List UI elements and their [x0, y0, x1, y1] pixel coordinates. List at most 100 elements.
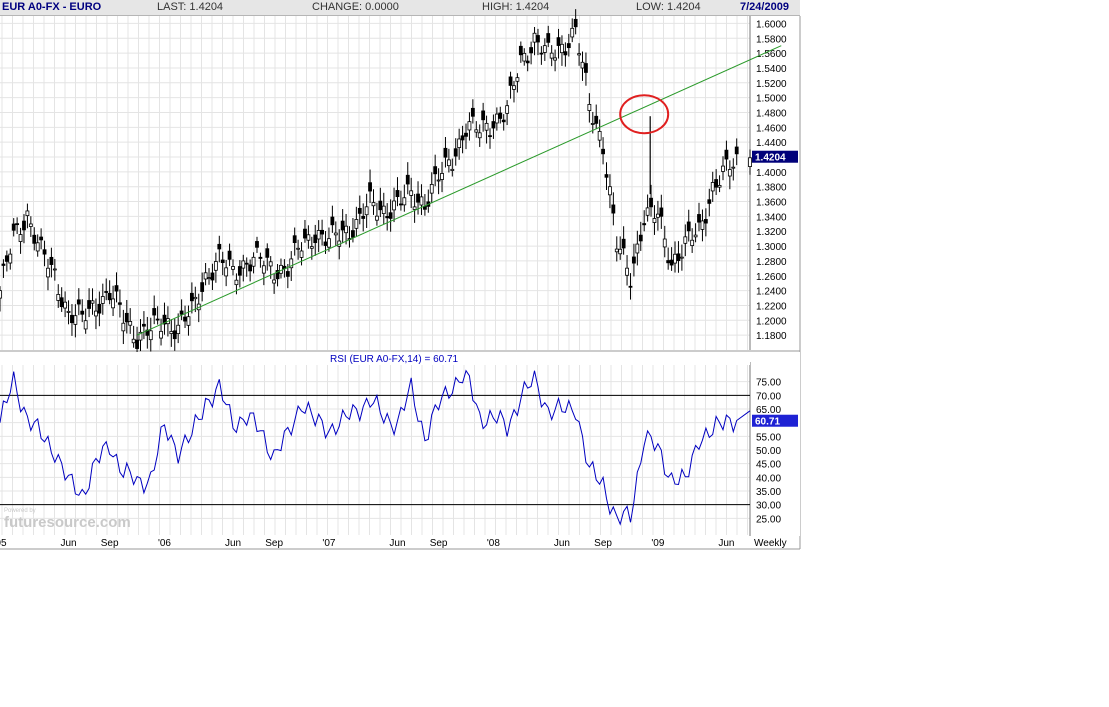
price-bar-body [121, 322, 126, 332]
x-tick-label: Jun [60, 538, 76, 549]
price-bar-body [354, 219, 359, 229]
price-bar-body [8, 253, 13, 264]
price-tick-label: 1.4800 [756, 108, 787, 119]
price-bar-body [395, 190, 400, 198]
price-bar-body [203, 272, 208, 280]
price-bar-body [686, 221, 691, 232]
price-bar-body [186, 316, 191, 326]
price-bar-body [364, 206, 369, 216]
price-bar-body [148, 330, 153, 341]
price-bar-body [172, 330, 177, 340]
price-bar-body [87, 300, 91, 309]
last-price-badge-text: 1.4204 [755, 153, 786, 164]
x-tick-label: Jun [718, 538, 734, 549]
chart-canvas: 1.60001.58001.56001.54001.52001.50001.48… [0, 9, 801, 550]
price-bar-body [710, 182, 715, 192]
price-bar-body [210, 272, 215, 281]
price-bar-body [66, 310, 71, 313]
price-bar-body [183, 316, 187, 322]
rsi-tick-label: 50.00 [756, 446, 781, 457]
price-bar-body [518, 45, 523, 56]
x-tick-label: Jun [554, 538, 570, 549]
price-bar-body [189, 292, 194, 302]
price-bar-body [241, 260, 246, 269]
price-bar-body [422, 206, 427, 210]
price-tick-label: 1.2200 [756, 301, 787, 312]
price-bar-body [666, 260, 671, 264]
price-bar-body [193, 296, 198, 300]
price-tick-label: 1.3000 [756, 242, 787, 253]
price-bar-body [594, 115, 599, 124]
price-tick-label: 1.2400 [756, 287, 787, 298]
price-tick-label: 1.2000 [756, 316, 787, 327]
price-bar-body [522, 52, 527, 62]
price-bar-body [368, 182, 372, 192]
price-bar-body [56, 294, 61, 301]
price-bar-body [316, 230, 321, 240]
price-bar-body [584, 63, 588, 73]
price-bar-body [46, 267, 50, 278]
price-bar-body [351, 230, 355, 238]
price-bar-body [436, 179, 441, 182]
price-bar-body [553, 57, 557, 61]
x-tick-label: '09 [651, 538, 664, 549]
x-tick-label: Sep [594, 538, 612, 549]
price-bar-body [100, 296, 105, 304]
price-bar-body [32, 234, 37, 244]
price-bar-body [590, 123, 595, 125]
x-tick-label: '06 [158, 538, 171, 549]
rsi-panel: 75.0070.0065.0060.0055.0050.0045.0040.00… [0, 352, 800, 536]
price-bar-body [481, 110, 486, 121]
price-bar-body [628, 285, 633, 288]
price-bar-body [529, 47, 534, 54]
price-tick-label: 1.2600 [756, 272, 787, 283]
price-bar-body [292, 235, 297, 244]
price-bar-body [248, 264, 253, 272]
price-bar-body [357, 207, 362, 214]
price-bar-body [563, 51, 568, 56]
price-bar-body [443, 147, 448, 158]
price-bar-body [748, 157, 752, 167]
price-bar-body [635, 243, 640, 254]
price-bar-body [440, 173, 444, 180]
price-bar-body [35, 242, 40, 252]
price-tick-label: 1.5200 [756, 79, 787, 90]
price-bar-body [207, 277, 211, 280]
x-tick-label: Sep [265, 538, 283, 549]
price-tick-label: 1.2800 [756, 257, 787, 268]
price-bar-body [80, 310, 85, 315]
price-bar-body [142, 323, 146, 327]
price-bar-body [498, 112, 503, 119]
price-bar-body [508, 76, 513, 86]
price-bar-body [512, 85, 516, 90]
price-bar-body [659, 207, 664, 217]
price-bar-body [618, 248, 623, 255]
price-bar-body [159, 330, 163, 339]
rsi-tick-label: 40.00 [756, 473, 781, 484]
price-bar-body [676, 253, 681, 262]
price-bar-body [638, 234, 643, 242]
price-bar-body [4, 255, 9, 262]
price-bar-body [251, 256, 256, 267]
price-bar-body [717, 185, 722, 188]
price-bar-body [608, 186, 612, 196]
price-bar-body [412, 206, 417, 210]
price-bar-body [306, 234, 311, 241]
price-bar-body [220, 259, 225, 264]
price-bar-body [169, 331, 174, 334]
price-bar-body [22, 220, 26, 231]
price-bar-body [477, 132, 482, 139]
price-tick-label: 1.4600 [756, 123, 787, 134]
price-bar-body [464, 132, 468, 137]
price-bar-body [309, 246, 314, 249]
price-tick-label: 1.3200 [756, 227, 787, 238]
price-bar-body [385, 216, 390, 219]
price-bar-body [131, 338, 136, 344]
price-bar-body [213, 261, 218, 271]
price-bar-body [474, 129, 479, 133]
price-bar-body [381, 205, 386, 214]
rsi-tick-label: 35.00 [756, 487, 781, 498]
price-bar-body [532, 32, 537, 43]
price-bar-body [227, 250, 232, 260]
price-bar-body [604, 174, 609, 178]
